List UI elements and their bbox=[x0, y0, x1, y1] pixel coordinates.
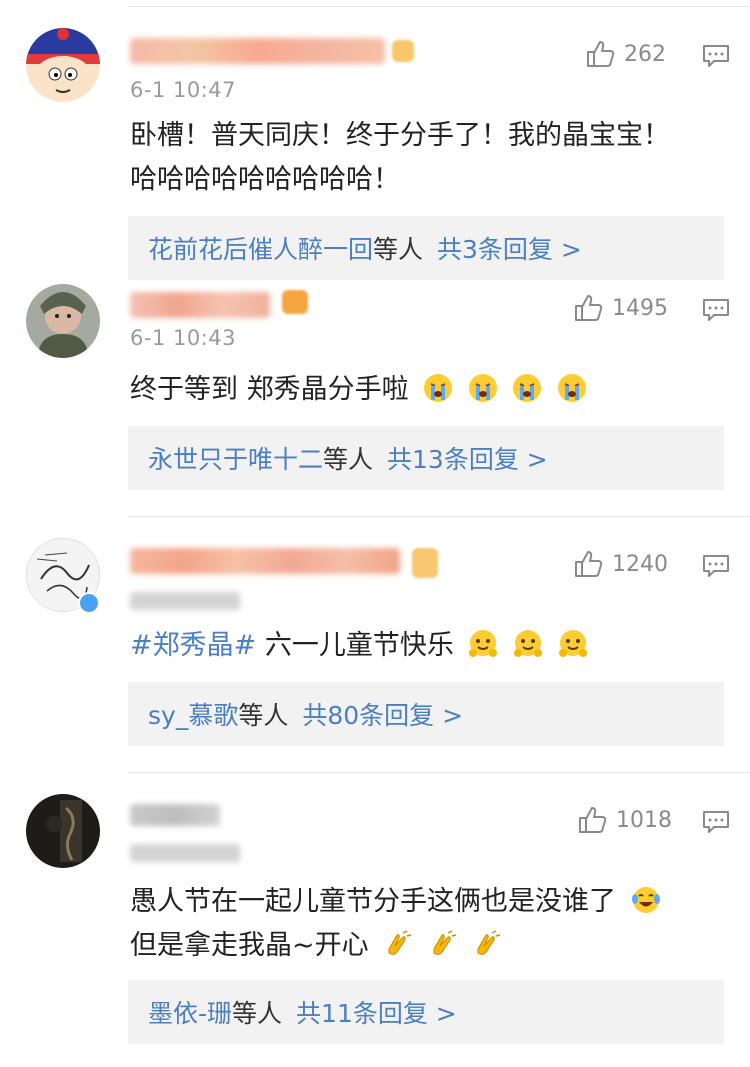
hugging-face-emoji bbox=[469, 630, 498, 657]
username-blurred[interactable] bbox=[130, 38, 385, 64]
thumbs-up-icon bbox=[575, 295, 603, 321]
like-count: 1495 bbox=[612, 295, 668, 321]
comment-text: 愚人节在一起儿童节分手这俩也是没谁了 但是拿走我晶~开心 bbox=[130, 880, 730, 968]
clapping-hands-emoji bbox=[388, 930, 412, 955]
comment-item: 1240 #郑秀晶# 六一儿童节快乐 sy_慕歌 等人 共80条回复 > bbox=[0, 516, 750, 772]
comment-text-line: 但是拿走我晶~开心 bbox=[130, 924, 730, 968]
reply-user[interactable]: sy_慕歌 bbox=[148, 696, 238, 732]
comment-time: 6-1 10:47 bbox=[130, 78, 236, 102]
like-count: 262 bbox=[624, 41, 666, 67]
reply-mid-text: 等人 bbox=[232, 999, 283, 1028]
thumbs-up-icon bbox=[579, 807, 607, 833]
comment-time-blurred bbox=[130, 592, 240, 610]
comment-text: 卧槽！普天同庆！终于分手了！我的晶宝宝！哈哈哈哈哈哈哈哈哈！ bbox=[130, 120, 670, 195]
comment-text-body: 终于等到 郑秀晶分手啦 bbox=[130, 374, 409, 405]
thumbs-up-icon bbox=[575, 551, 603, 577]
comment-item: 6-1 10:43 1495 终于等到 郑秀晶分手啦 永世只于唯十二 等人 共1… bbox=[0, 284, 750, 516]
comment-text-line: 愚人节在一起儿童节分手这俩也是没谁了 bbox=[130, 880, 730, 924]
username-blurred[interactable] bbox=[130, 548, 400, 574]
username-blurred[interactable] bbox=[130, 804, 220, 826]
verified-badge-icon bbox=[78, 592, 100, 614]
reply-mid-text: 等人 bbox=[238, 701, 289, 730]
like-button[interactable]: 1240 bbox=[572, 548, 668, 580]
like-button[interactable]: 262 bbox=[584, 38, 666, 70]
avatar[interactable] bbox=[26, 794, 100, 868]
reply-count-link[interactable]: 共13条回复 > bbox=[387, 440, 548, 476]
member-badge-icon bbox=[392, 40, 414, 62]
thumbs-up-icon bbox=[587, 41, 615, 67]
reply-user[interactable]: 墨依-珊 bbox=[148, 994, 232, 1030]
reply-summary[interactable]: 花前花后催人醉一回 等人 共3条回复 > bbox=[128, 216, 724, 280]
reply-summary[interactable]: 墨依-珊 等人 共11条回复 > bbox=[128, 980, 724, 1044]
like-button[interactable]: 1495 bbox=[572, 292, 668, 324]
reply-summary[interactable]: sy_慕歌 等人 共80条回复 > bbox=[128, 682, 724, 746]
comment-text-body: 但是拿走我晶~开心 bbox=[130, 930, 369, 961]
crying-face-emoji bbox=[424, 374, 453, 402]
avatar[interactable] bbox=[26, 284, 100, 358]
comment-icon[interactable] bbox=[702, 298, 730, 322]
comment-item: 1018 愚人节在一起儿童节分手这俩也是没谁了 但是拿走我晶~开心 墨依-珊 等… bbox=[0, 772, 750, 1067]
reply-summary[interactable]: 永世只于唯十二 等人 共13条回复 > bbox=[128, 426, 724, 490]
hashtag-link[interactable]: #郑秀晶# bbox=[130, 630, 256, 661]
avatar[interactable] bbox=[26, 28, 100, 102]
crown-badge-icon bbox=[282, 290, 308, 314]
crying-face-emoji bbox=[557, 374, 586, 402]
clapping-hands-emoji bbox=[433, 930, 456, 955]
hugging-face-emoji bbox=[558, 630, 587, 657]
tears-of-joy-emoji bbox=[631, 887, 660, 913]
clapping-hands-emoji bbox=[477, 930, 501, 955]
comment-item: 6-1 10:47 262 卧槽！普天同庆！终于分手了！我的晶宝宝！哈哈哈哈哈哈… bbox=[0, 0, 750, 284]
username-blurred[interactable] bbox=[130, 292, 270, 318]
comment-time-blurred bbox=[130, 844, 240, 862]
reply-mid-text: 等人 bbox=[373, 235, 424, 264]
crying-face-emoji bbox=[468, 374, 497, 402]
comment-text: 终于等到 郑秀晶分手啦 bbox=[130, 368, 720, 412]
member-badge-icon bbox=[412, 548, 438, 578]
comment-icon[interactable] bbox=[702, 554, 730, 578]
like-button[interactable]: 1018 bbox=[576, 804, 672, 836]
reply-user[interactable]: 花前花后催人醉一回 bbox=[148, 230, 373, 266]
reply-count-link[interactable]: 共11条回复 > bbox=[296, 994, 457, 1030]
crying-face-emoji bbox=[513, 374, 542, 402]
comment-time: 6-1 10:43 bbox=[130, 326, 236, 350]
comment-text: #郑秀晶# 六一儿童节快乐 bbox=[130, 624, 720, 668]
reply-mid-text: 等人 bbox=[323, 445, 374, 474]
comment-icon[interactable] bbox=[702, 44, 730, 68]
reply-count-link[interactable]: 共3条回复 > bbox=[437, 230, 582, 266]
comment-text-body: 愚人节在一起儿童节分手这俩也是没谁了 bbox=[130, 886, 616, 917]
reply-count-link[interactable]: 共80条回复 > bbox=[302, 696, 463, 732]
like-count: 1018 bbox=[616, 807, 672, 833]
like-count: 1240 bbox=[612, 551, 668, 577]
comment-text-body: 六一儿童节快乐 bbox=[256, 630, 454, 661]
comment-icon[interactable] bbox=[702, 810, 730, 834]
reply-user[interactable]: 永世只于唯十二 bbox=[148, 440, 323, 476]
hugging-face-emoji bbox=[514, 630, 543, 657]
